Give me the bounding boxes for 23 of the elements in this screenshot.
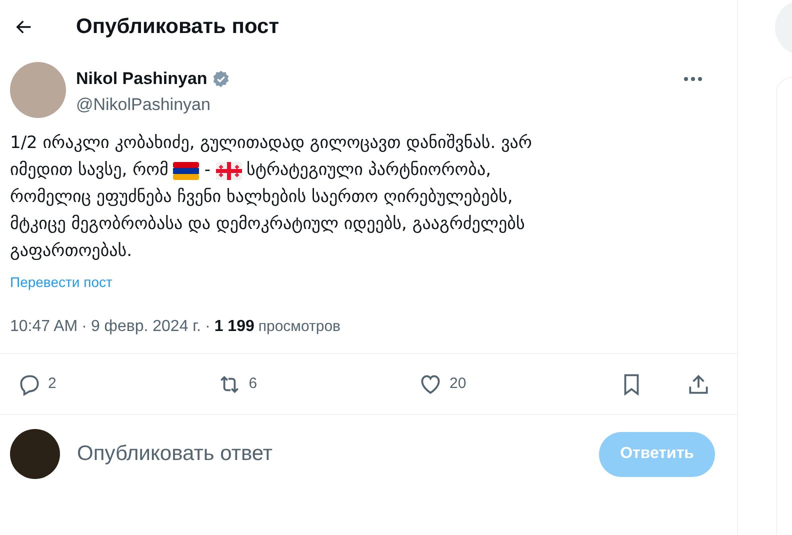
page-title: Опубликовать пост xyxy=(76,14,279,40)
action-count: 2 xyxy=(48,374,56,394)
more-options-icon[interactable] xyxy=(683,74,705,84)
post-time[interactable]: 10:47 AM xyxy=(10,315,78,339)
separator-dot: · xyxy=(82,317,87,337)
post-text: რომელიც ეფუძნება ჩვენი ხალხების საერთო ღირებულებებს, xyxy=(10,186,513,209)
action-count: 6 xyxy=(248,374,258,394)
post-text: - xyxy=(204,159,211,182)
cross-flag-icon xyxy=(216,162,242,180)
author-handle[interactable]: @NikolPashinyan xyxy=(76,92,673,117)
post-date[interactable]: 9 февр. 2024 г. xyxy=(90,315,201,339)
post-text: იმედით სავსე, რომ xyxy=(10,159,168,182)
user-avatar-placeholder[interactable] xyxy=(10,429,60,479)
view-count: 1 199 xyxy=(214,317,254,337)
separator-dot: · xyxy=(205,317,210,337)
author-name[interactable]: Nikol Pashinyan xyxy=(76,66,208,92)
post-text: გაფართოებას. xyxy=(10,240,132,263)
tricolor-flag-icon xyxy=(173,162,200,180)
views-label: просмотров xyxy=(258,316,341,337)
post-text: 1/2 ირაკლი კობახიძე, გულითადად გილოცავთ დანიშვნას. ვარ xyxy=(10,132,532,155)
post-text: სტრატეგიული პარტნიორობა, xyxy=(246,159,491,182)
post-text: მტკიცე მეგობრობასა და დემოკრატიულ იდეებს, გააგრძელებს xyxy=(10,213,525,236)
action-count: 20 xyxy=(450,374,466,394)
